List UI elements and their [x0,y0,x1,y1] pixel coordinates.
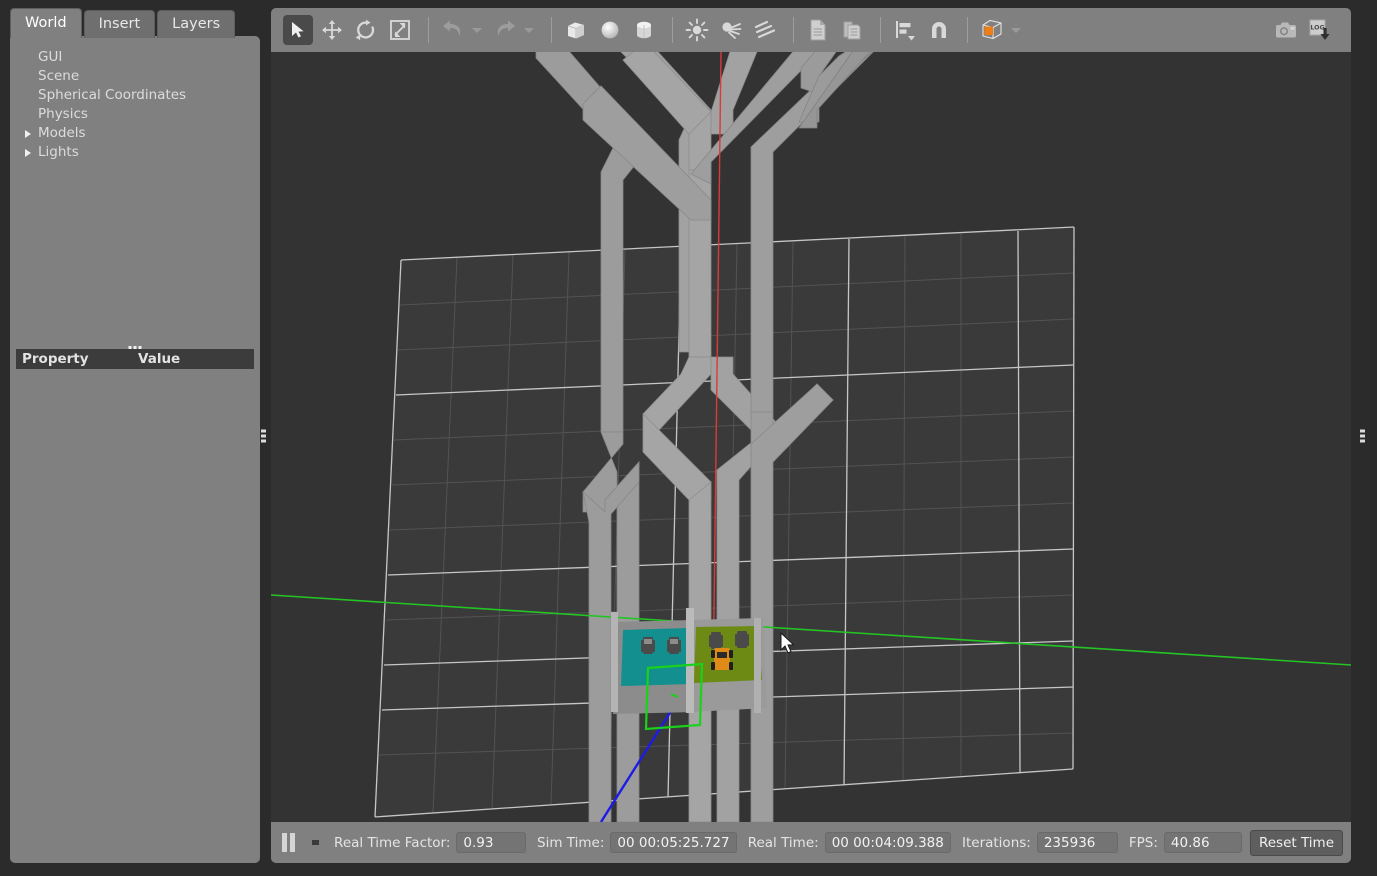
arrow-cursor-icon [292,22,304,38]
tree-item-label: GUI [38,49,63,65]
right-panel-splitter[interactable] [1358,8,1368,863]
toolbar-separator [880,17,881,43]
real-time-label: Real Time: [747,834,819,851]
step-button[interactable] [312,830,321,856]
copy-icon [810,19,826,41]
spot-light-icon [722,22,742,39]
iterations-value[interactable]: 235936 [1036,832,1118,853]
view-angle-button[interactable] [977,15,1007,45]
log-record-button[interactable]: LOG [1305,15,1335,45]
tree-item-lights[interactable]: Lights [10,143,260,162]
toolbar-separator [551,17,552,43]
undo-button[interactable] [438,15,468,45]
snap-button[interactable] [924,15,954,45]
paste-button[interactable] [837,15,867,45]
gazebo-window: World Insert Layers GUI Scene Spherical … [0,0,1377,876]
left-panel-splitter[interactable] [259,8,269,863]
insert-box-button[interactable] [561,15,591,45]
iterations-label: Iterations: [961,834,1031,851]
tree-item-label: Lights [38,144,79,160]
property-table-header: Property Value [16,349,254,369]
redo-button[interactable] [490,15,520,45]
real-time-value[interactable]: 00 00:04:09.388 [824,832,951,853]
render-viewport[interactable] [271,52,1351,822]
toolbar-separator [793,17,794,43]
panel-tab-bar: World Insert Layers [10,8,237,38]
insert-directional-light-button[interactable] [750,15,780,45]
toolbar-separator [967,17,968,43]
toolbar-separator [428,17,429,43]
real-time-factor-value[interactable]: 0.93 [456,832,526,853]
align-icon [896,21,915,41]
world-tree-panel: GUI Scene Spherical Coordinates Physics … [10,36,260,863]
step-icon [312,840,320,845]
align-button[interactable] [890,15,920,45]
fps-value[interactable]: 40.86 [1163,832,1242,853]
tree-item-gui[interactable]: GUI [10,48,260,67]
left-panel: World Insert Layers GUI Scene Spherical … [10,8,260,863]
scale-icon [390,20,410,40]
pause-button[interactable] [279,830,298,856]
column-header-property: Property [22,351,89,367]
column-header-value: Value [138,351,181,367]
sphere-icon [601,21,619,39]
undo-arrow-icon [443,20,461,36]
tab-layers[interactable]: Layers [157,10,236,38]
status-bar: Real Time Factor: 0.93 Sim Time: 00 00:0… [271,822,1351,863]
splitter-grip-icon [261,429,266,442]
orange-robot [711,648,733,670]
tree-item-spherical-coordinates[interactable]: Spherical Coordinates [10,86,260,105]
insert-spot-light-button[interactable] [716,15,746,45]
log-download-icon: LOG [1309,19,1330,40]
box-icon [567,22,585,39]
insert-point-light-button[interactable] [682,15,712,45]
sim-time-value[interactable]: 00 00:05:25.727 [610,832,737,853]
insert-cylinder-button[interactable] [629,15,659,45]
view-angle-chevron-down-icon[interactable] [1011,27,1021,33]
point-light-icon [685,18,709,42]
tab-world[interactable]: World [10,8,82,38]
tree-item-label: Spherical Coordinates [38,87,187,103]
undo-history-chevron-down-icon[interactable] [472,27,482,33]
splitter-grip-icon [1360,429,1365,442]
world-tree: GUI Scene Spherical Coordinates Physics … [10,48,260,162]
fps-label: FPS: [1128,834,1158,851]
editor-toolbar: LOG [271,8,1351,52]
tree-item-label: Physics [38,106,88,122]
svg-text:LOG: LOG [1310,25,1324,32]
reset-time-button[interactable]: Reset Time [1249,829,1344,856]
magnet-snap-icon [932,22,946,38]
real-time-factor-label: Real Time Factor: [334,834,451,851]
tree-item-label: Scene [38,68,80,84]
insert-sphere-button[interactable] [595,15,625,45]
cylinder-icon [637,21,651,39]
tree-item-scene[interactable]: Scene [10,67,260,86]
simulation-scene [271,52,1351,822]
screenshot-button[interactable] [1271,15,1301,45]
redo-history-chevron-down-icon[interactable] [524,27,534,33]
tab-insert[interactable]: Insert [83,10,156,38]
camera-icon [1276,22,1296,38]
main-area: LOG Real Time Factor: 0.93 Sim Time: 00 … [271,8,1351,863]
copy-button[interactable] [803,15,833,45]
chevron-right-icon[interactable] [25,149,31,157]
pause-icon [289,833,295,852]
directional-light-icon [754,20,776,39]
paste-icon [843,21,861,40]
rotate-icon [355,19,375,41]
redo-arrow-icon [497,20,515,36]
rotate-mode-button[interactable] [351,15,381,45]
translate-mode-button[interactable] [317,15,347,45]
select-mode-button[interactable] [283,15,313,45]
view-cube-icon [982,19,1002,40]
tree-item-models[interactable]: Models [10,124,260,143]
tree-item-label: Models [38,125,86,141]
toolbar-separator [672,17,673,43]
tree-item-physics[interactable]: Physics [10,105,260,124]
sim-time-label: Sim Time: [537,834,605,851]
scale-mode-button[interactable] [385,15,415,45]
move-arrows-icon [322,20,342,40]
chevron-right-icon[interactable] [25,130,31,138]
pause-icon [281,833,287,852]
